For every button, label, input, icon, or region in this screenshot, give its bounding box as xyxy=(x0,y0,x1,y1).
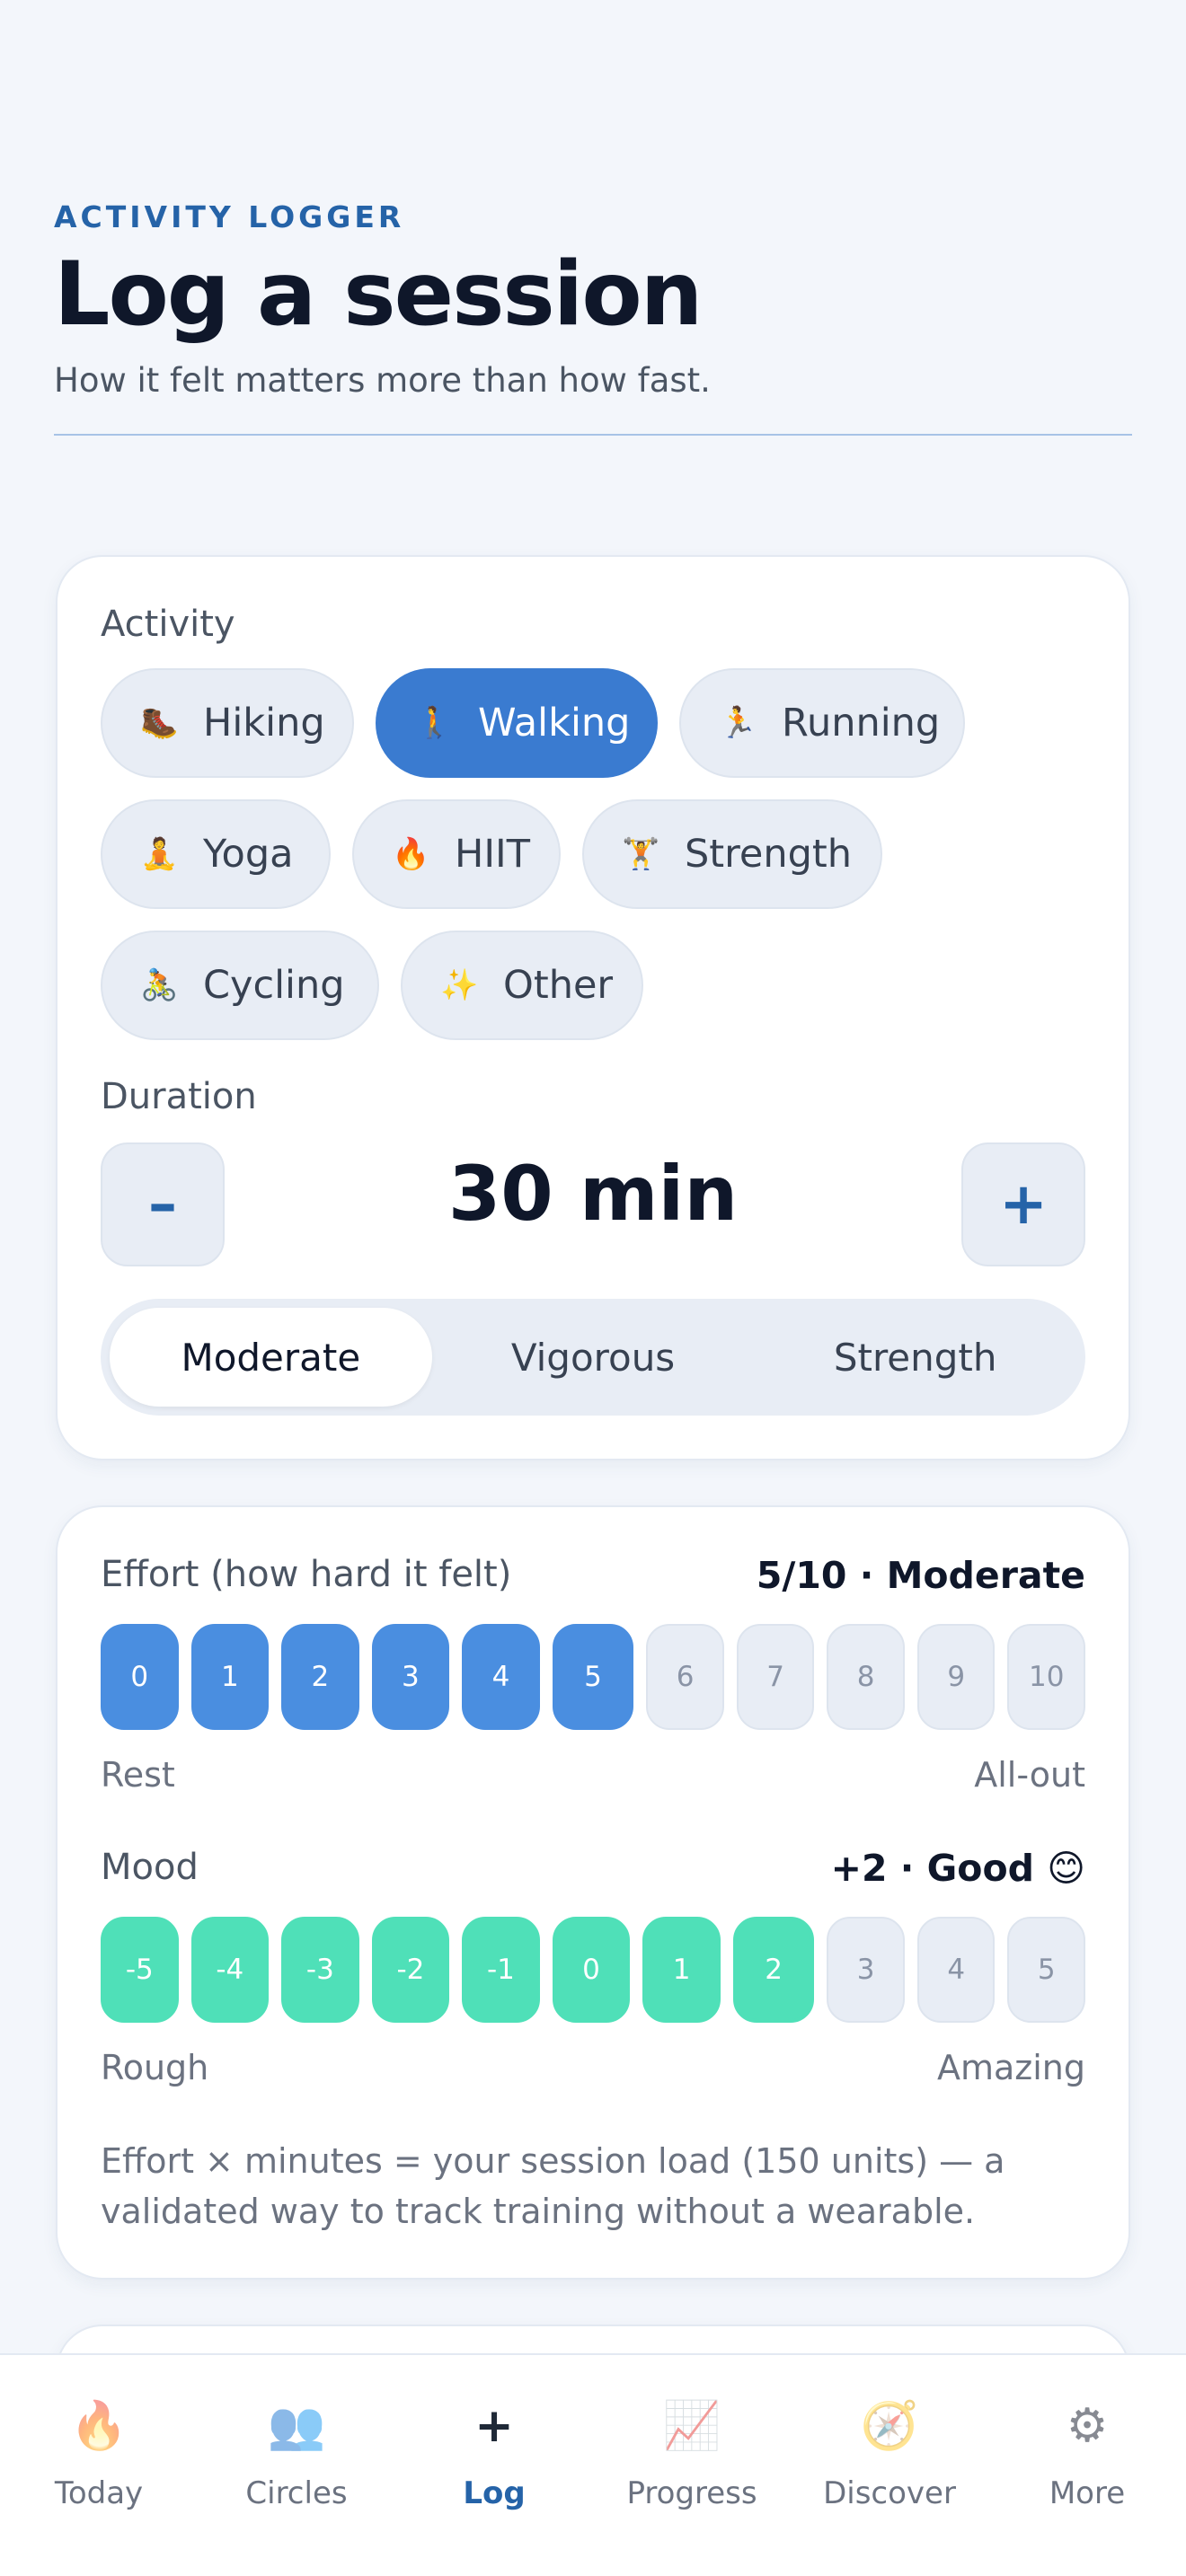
effort-option[interactable]: 6 xyxy=(646,1624,724,1730)
mood-label: Mood xyxy=(101,1847,199,1888)
plus-icon: + xyxy=(999,1171,1048,1238)
effort-option[interactable]: 2 xyxy=(281,1624,359,1730)
running-person-icon: 🏃 xyxy=(719,705,757,741)
mood-option[interactable]: 3 xyxy=(827,1917,905,2023)
bottom-tab-bar: 🔥 Today 👥 Circles + Log 📈 Progress 🧭 Dis… xyxy=(0,2353,1186,2576)
activity-chip-other[interactable]: ✨ Other xyxy=(401,931,643,1040)
session-card: Activity 🥾 Hiking 🚶 Walking 🏃 Running 🧘 … xyxy=(56,555,1130,1460)
sparkles-icon: ✨ xyxy=(440,967,479,1003)
mood-max-label: Amazing xyxy=(936,2048,1085,2087)
mood-value: +2 · Good 😊 xyxy=(830,1847,1085,1890)
plus-icon: + xyxy=(474,2399,514,2453)
intensity-segmented-control: Moderate Vigorous Strength xyxy=(101,1299,1085,1416)
flame-icon: 🔥 xyxy=(392,836,430,872)
effort-option[interactable]: 10 xyxy=(1007,1624,1086,1730)
duration-increase-button[interactable]: + xyxy=(961,1142,1085,1266)
chip-label: Hiking xyxy=(203,701,325,745)
tab-label: Progress xyxy=(626,2475,757,2511)
chart-icon: 📈 xyxy=(662,2399,721,2453)
people-icon: 👥 xyxy=(267,2399,326,2453)
tab-label: Log xyxy=(463,2475,526,2511)
activity-chip-strength[interactable]: 🏋 Strength xyxy=(582,799,882,909)
duration-label: Duration xyxy=(101,1076,257,1117)
effort-scale: 0 1 2 3 4 5 6 7 8 9 10 xyxy=(101,1624,1086,1730)
tab-today[interactable]: 🔥 Today xyxy=(0,2355,198,2576)
chip-label: Yoga xyxy=(203,832,294,877)
effort-option[interactable]: 3 xyxy=(371,1624,450,1730)
chip-label: Other xyxy=(503,963,614,1008)
compass-icon: 🧭 xyxy=(860,2399,919,2453)
mood-min-label: Rough xyxy=(101,2048,209,2087)
mood-option[interactable]: 0 xyxy=(552,1917,631,2023)
feeling-card: Effort (how hard it felt) 5/10 · Moderat… xyxy=(56,1505,1130,2280)
intensity-option-vigorous[interactable]: Vigorous xyxy=(432,1308,755,1407)
flame-icon: 🔥 xyxy=(69,2399,128,2453)
activity-chip-running[interactable]: 🏃 Running xyxy=(679,668,965,778)
effort-label: Effort (how hard it felt) xyxy=(101,1554,512,1595)
mood-option[interactable]: -2 xyxy=(371,1917,450,2023)
mood-option[interactable]: -5 xyxy=(101,1917,179,2023)
gear-icon: ⚙ xyxy=(1066,2399,1109,2453)
chip-label: Cycling xyxy=(203,963,345,1008)
effort-max-label: All-out xyxy=(974,1755,1085,1795)
effort-value: 5/10 · Moderate xyxy=(756,1554,1085,1597)
cyclist-icon: 🚴 xyxy=(140,967,179,1003)
yoga-person-icon: 🧘 xyxy=(140,836,179,872)
effort-option[interactable]: 5 xyxy=(552,1624,634,1730)
tab-discover[interactable]: 🧭 Discover xyxy=(791,2355,988,2576)
tab-label: Today xyxy=(54,2475,144,2511)
chip-label: Walking xyxy=(478,701,631,745)
mood-option[interactable]: -3 xyxy=(281,1917,359,2023)
effort-option[interactable]: 4 xyxy=(462,1624,540,1730)
page-subtitle: How it felt matters more than how fast. xyxy=(54,360,711,400)
activity-chip-hiking[interactable]: 🥾 Hiking xyxy=(101,668,354,778)
tab-log[interactable]: + Log xyxy=(395,2355,593,2576)
effort-min-label: Rest xyxy=(101,1755,175,1795)
mood-option[interactable]: 2 xyxy=(732,1917,815,2023)
effort-option[interactable]: 1 xyxy=(190,1624,270,1730)
tab-label: Circles xyxy=(245,2475,348,2511)
intensity-option-moderate[interactable]: Moderate xyxy=(110,1308,432,1407)
tab-progress[interactable]: 📈 Progress xyxy=(593,2355,791,2576)
activity-chip-hiit[interactable]: 🔥 HIIT xyxy=(352,799,561,909)
activity-label: Activity xyxy=(101,604,235,645)
effort-option[interactable]: 7 xyxy=(736,1624,815,1730)
chip-label: Strength xyxy=(685,832,853,877)
effort-option[interactable]: 9 xyxy=(916,1624,996,1730)
intensity-option-strength[interactable]: Strength xyxy=(754,1308,1076,1407)
activity-chip-walking[interactable]: 🚶 Walking xyxy=(376,668,658,778)
mood-option[interactable]: 1 xyxy=(642,1917,721,2023)
tab-more[interactable]: ⚙ More xyxy=(988,2355,1186,2576)
activity-chip-yoga[interactable]: 🧘 Yoga xyxy=(101,799,331,909)
tab-circles[interactable]: 👥 Circles xyxy=(198,2355,395,2576)
effort-option[interactable]: 0 xyxy=(101,1624,179,1730)
activity-chip-cycling[interactable]: 🚴 Cycling xyxy=(101,931,379,1040)
mood-option[interactable]: 4 xyxy=(916,1917,996,2023)
effort-option[interactable]: 8 xyxy=(827,1624,905,1730)
mood-option[interactable]: -4 xyxy=(190,1917,270,2023)
chip-label: Running xyxy=(782,701,941,745)
page-header: ACTIVITY LOGGER Log a session How it fel… xyxy=(54,199,1132,436)
tab-label: More xyxy=(1049,2475,1126,2511)
tab-label: Discover xyxy=(823,2475,956,2511)
weightlifter-icon: 🏋 xyxy=(622,836,660,872)
session-load-note: Effort × minutes = your session load (15… xyxy=(101,2141,1005,2231)
eyebrow: ACTIVITY LOGGER xyxy=(54,199,405,234)
header-divider xyxy=(54,433,1132,436)
mood-option[interactable]: -1 xyxy=(462,1917,540,2023)
hiking-boot-icon: 🥾 xyxy=(140,705,179,741)
mood-scale: -5 -4 -3 -2 -1 0 1 2 3 4 5 xyxy=(101,1917,1086,2023)
page-title: Log a session xyxy=(54,243,703,346)
walking-person-icon: 🚶 xyxy=(415,705,454,741)
chip-label: HIIT xyxy=(455,832,530,877)
mood-option[interactable]: 5 xyxy=(1007,1917,1086,2023)
